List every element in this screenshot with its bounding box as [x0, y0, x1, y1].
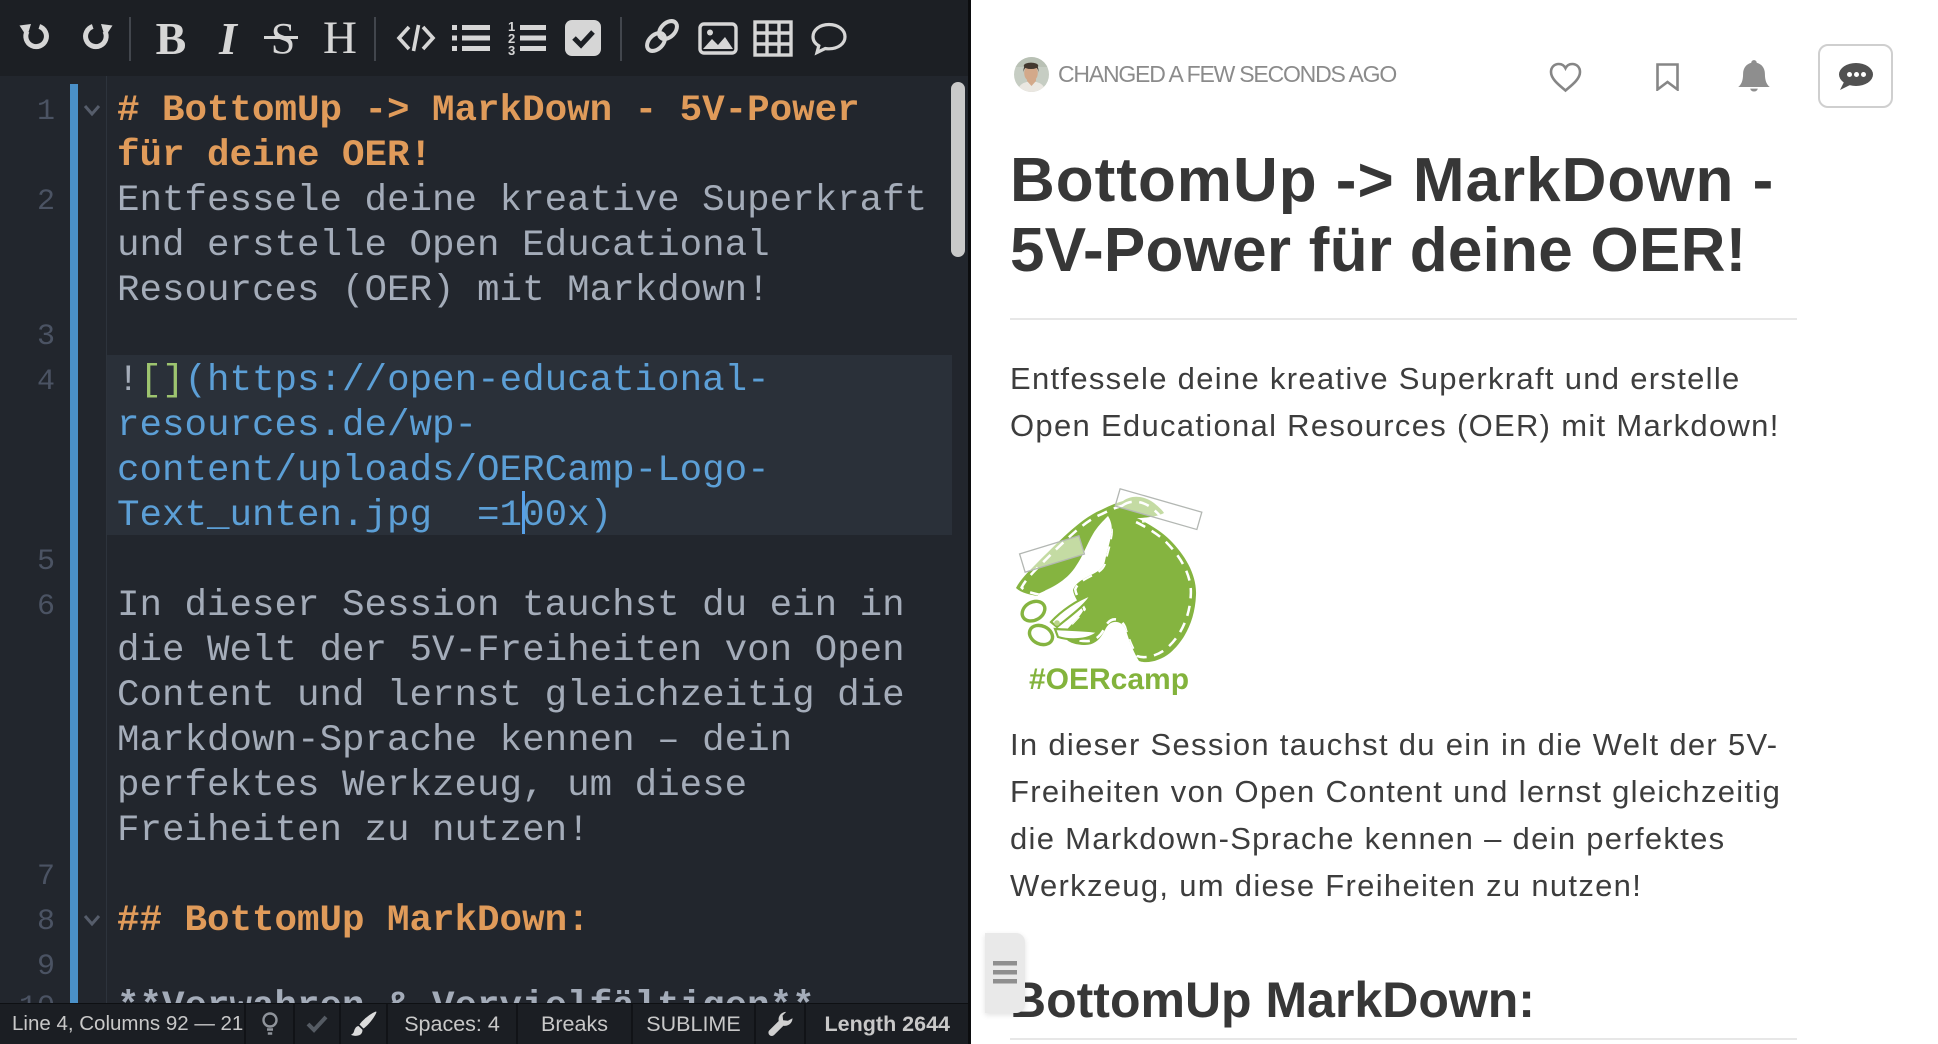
svg-text:3: 3: [508, 43, 515, 58]
svg-text:#OERcamp: #OERcamp: [1029, 663, 1189, 696]
